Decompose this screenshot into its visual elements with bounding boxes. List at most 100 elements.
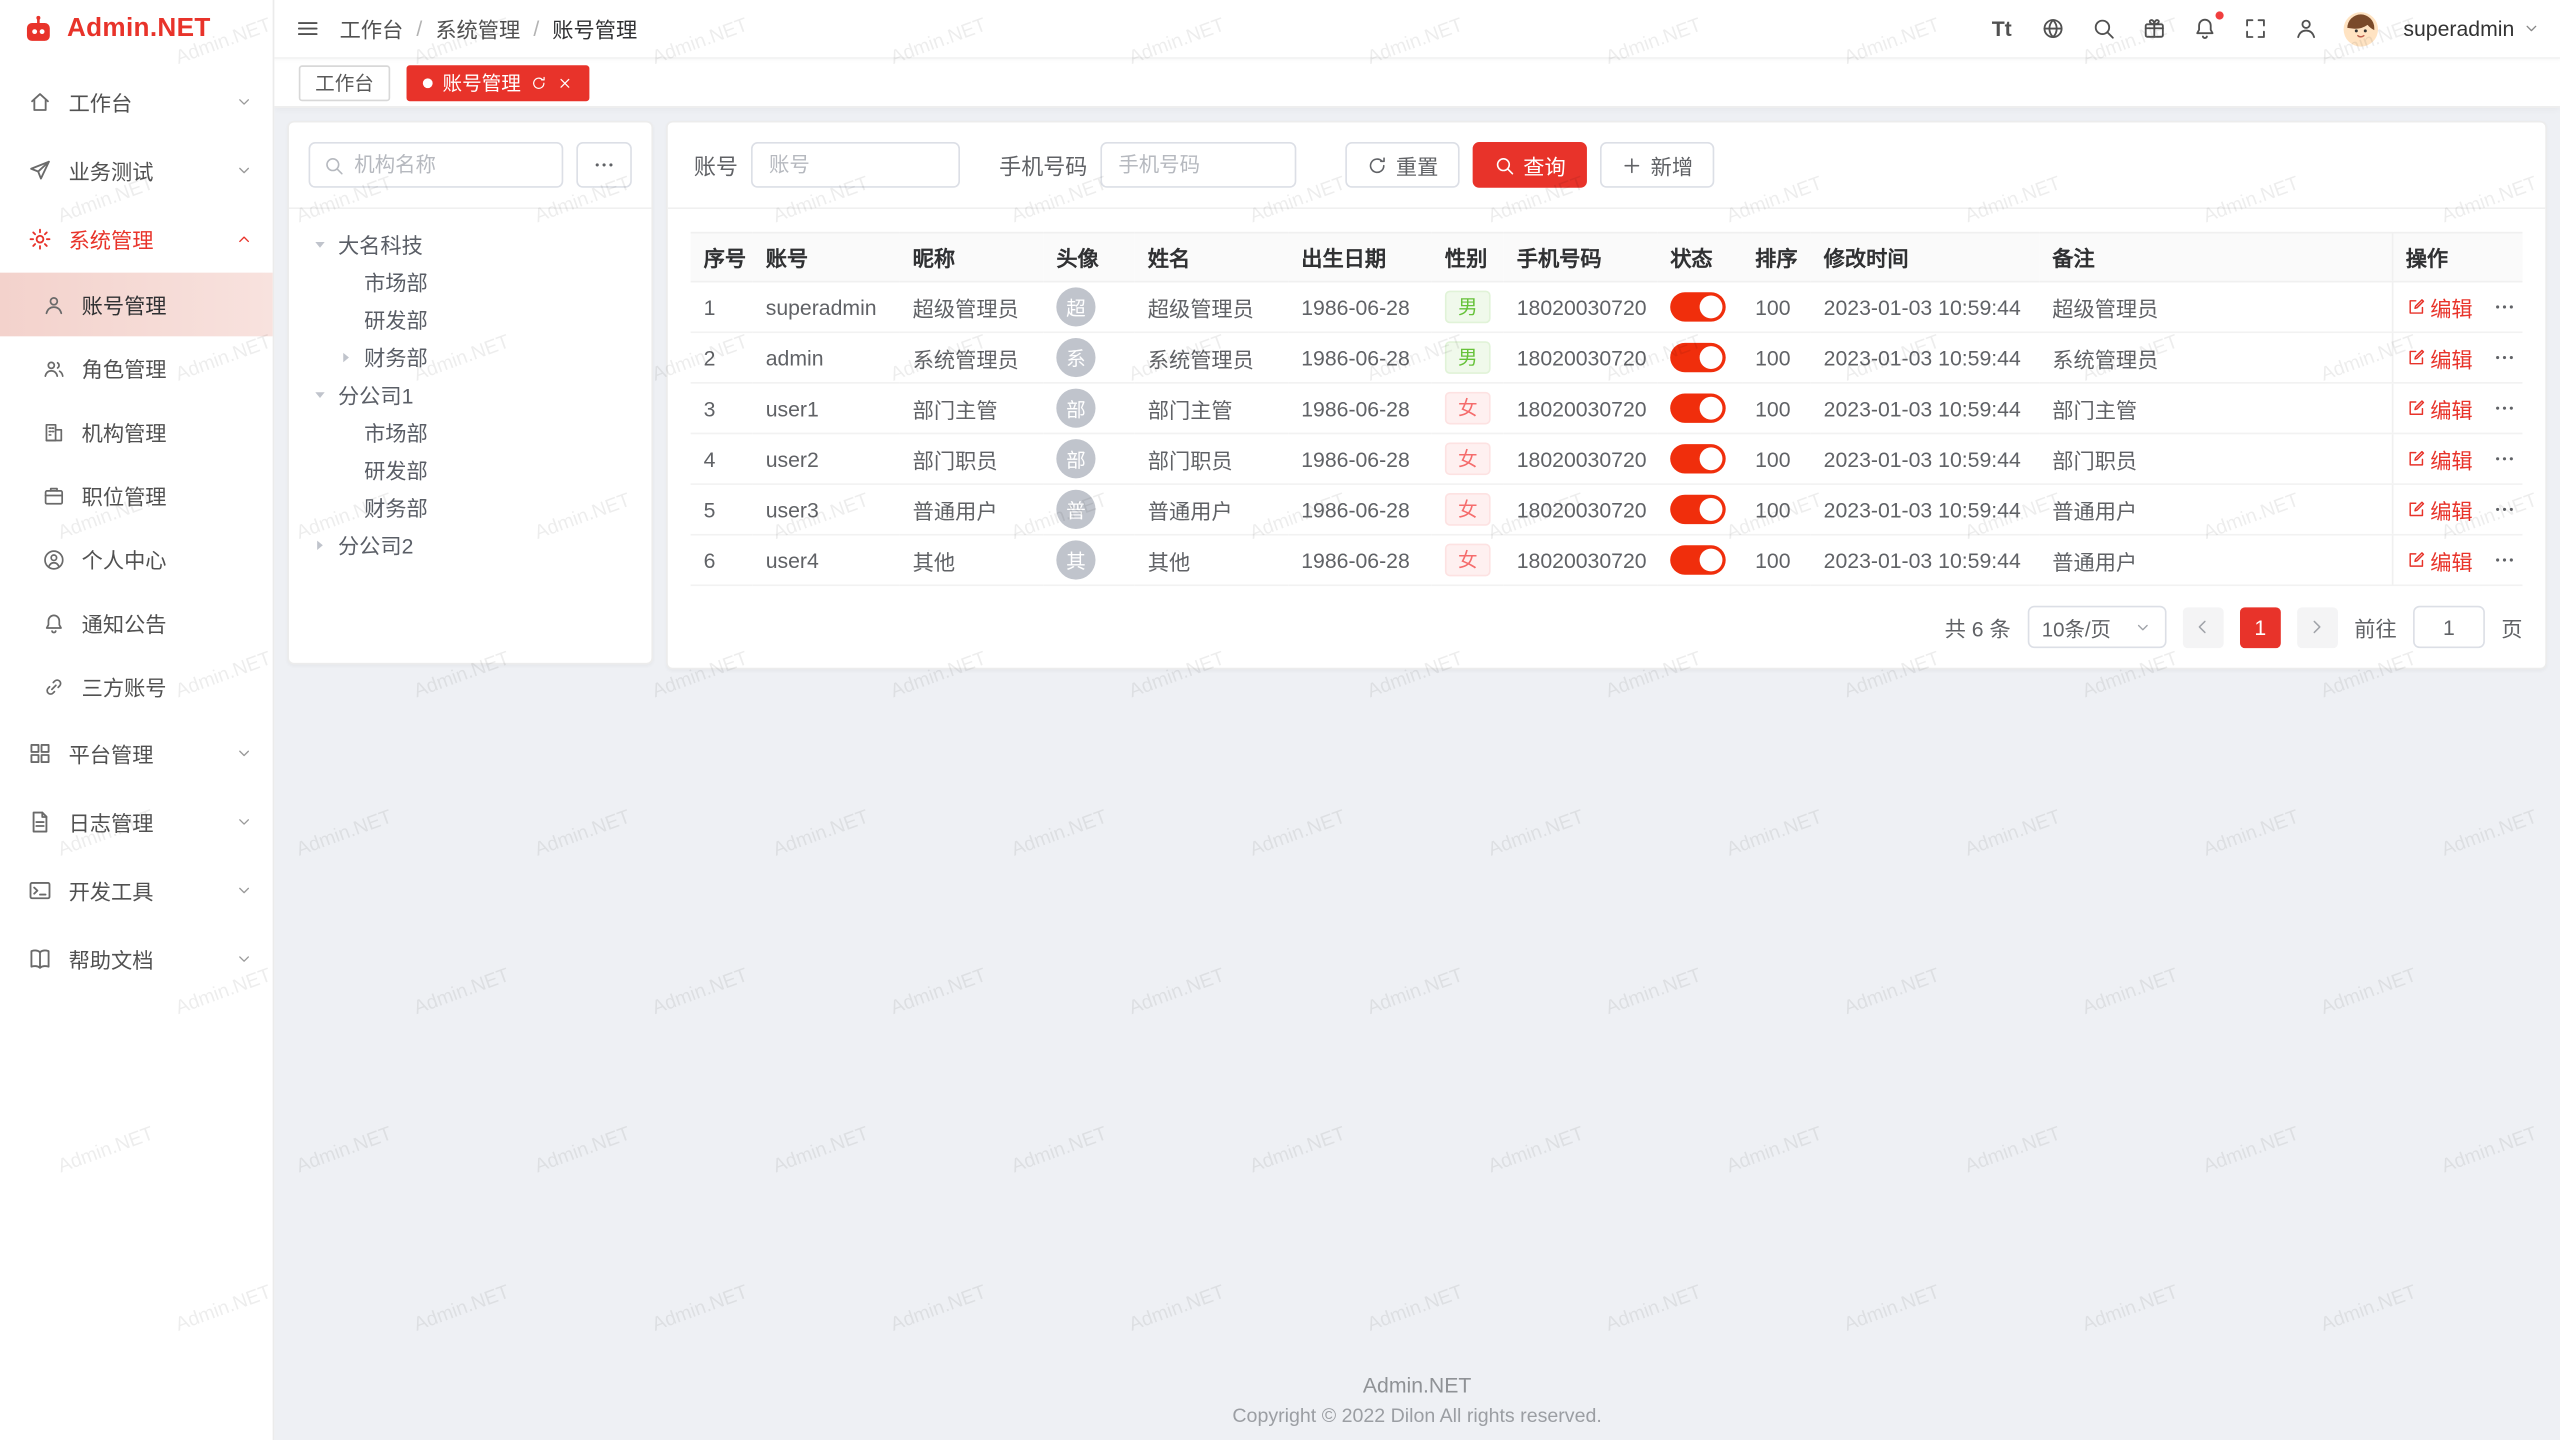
divider [668,207,2546,209]
prev-page-button[interactable] [2183,607,2224,648]
status-toggle[interactable] [1670,495,1726,524]
sidebar-item-system-mgmt[interactable]: 系统管理 [0,204,273,273]
gear-icon [28,226,52,250]
edit-button[interactable]: 编辑 [2406,393,2473,424]
sidebar-item-notice[interactable]: 通知公告 [0,591,273,655]
edit-button[interactable]: 编辑 [2406,443,2473,474]
table-body: 1superadmin超级管理员超超级管理员1986-06-28男1802003… [691,282,2523,586]
tab-workbench[interactable]: 工作台 [299,64,390,100]
page-size-select[interactable]: 10条/页 [2027,606,2166,648]
caret-icon[interactable] [338,349,364,365]
sidebar-item-dev-tools[interactable]: 开发工具 [0,856,273,925]
avatar[interactable] [2343,11,2379,47]
tab-account-mgmt[interactable]: 账号管理 [407,64,590,100]
profile-icon[interactable] [2292,16,2318,40]
header: 工作台/系统管理/账号管理 Tt superadmin [274,0,2560,59]
goto-page-input[interactable] [2413,606,2485,648]
tree-node[interactable]: 研发部 [309,300,632,338]
cell-birth: 1986-06-28 [1288,332,1432,383]
breadcrumb-item[interactable]: 账号管理 [552,13,637,44]
org-more-button[interactable] [576,142,632,188]
sidebar-item-position-mgmt[interactable]: 职位管理 [0,464,273,528]
cell-order: 100 [1742,383,1811,434]
fullscreen-icon[interactable] [2242,16,2268,40]
tree-node[interactable]: 分公司1 [309,376,632,414]
tree-node[interactable]: 财务部 [309,338,632,376]
sidebar-item-workbench[interactable]: 工作台 [0,67,273,136]
edit-button[interactable]: 编辑 [2406,291,2473,322]
sidebar-item-platform-mgmt[interactable]: 平台管理 [0,718,273,787]
more-button[interactable] [2492,296,2515,319]
book-icon [28,946,52,970]
status-toggle[interactable] [1670,393,1726,422]
tree-node[interactable]: 分公司2 [309,526,632,564]
tree-node[interactable]: 市场部 [309,413,632,451]
edit-button[interactable]: 编辑 [2406,494,2473,525]
status-toggle[interactable] [1670,292,1726,321]
footer-copyright: Copyright © 2022 Dilon All rights reserv… [274,1404,2560,1427]
tree-node[interactable]: 大名科技 [309,225,632,263]
hamburger-icon[interactable] [294,16,320,40]
theme-icon[interactable] [2141,16,2167,40]
search-icon[interactable] [2090,16,2116,40]
status-toggle[interactable] [1670,444,1726,473]
sidebar-item-role-mgmt[interactable]: 角色管理 [0,336,273,400]
sidebar-item-business-test[interactable]: 业务测试 [0,136,273,205]
phone-input[interactable] [1100,142,1296,188]
column-header: 性别 [1432,233,1504,282]
next-page-button[interactable] [2297,607,2338,648]
page-1-button[interactable]: 1 [2240,607,2281,648]
user-menu[interactable]: superadmin [2403,16,2540,40]
cell-gender: 男 [1432,332,1504,383]
tree-node[interactable]: 市场部 [309,263,632,301]
close-icon[interactable] [557,74,573,90]
send-icon [28,158,52,182]
more-button[interactable] [2492,498,2515,521]
caret-icon[interactable] [312,386,338,402]
sidebar-item-org-mgmt[interactable]: 机构管理 [0,400,273,464]
more-button[interactable] [2492,447,2515,470]
refresh-icon[interactable] [531,74,547,90]
sidebar-item-log-mgmt[interactable]: 日志管理 [0,787,273,856]
org-search-input[interactable] [354,153,548,176]
add-button[interactable]: 新增 [1600,142,1714,188]
sidebar-item-personal-center[interactable]: 个人中心 [0,527,273,591]
more-button[interactable] [2492,549,2515,572]
more-button[interactable] [2492,346,2515,369]
gender-badge: 男 [1445,341,1491,374]
status-toggle[interactable] [1670,545,1726,574]
cell-ops: 编辑 [2392,332,2523,383]
account-input[interactable] [751,142,960,188]
column-header: 序号 [691,233,753,282]
logo[interactable]: Admin.NET [0,0,273,59]
more-button[interactable] [2492,397,2515,420]
org-tree: 大名科技市场部研发部财务部分公司1市场部研发部财务部分公司2 [309,225,632,563]
table-head: 序号账号昵称头像姓名出生日期性别手机号码状态排序修改时间备注操作 [691,233,2523,282]
sidebar-item-account-mgmt[interactable]: 账号管理 [0,273,273,337]
status-toggle[interactable] [1670,343,1726,372]
caret-icon[interactable] [312,536,338,552]
cell-name: 部门主管 [1135,383,1288,434]
reset-button[interactable]: 重置 [1345,142,1459,188]
search-button[interactable]: 查询 [1473,142,1587,188]
font-size-icon[interactable]: Tt [1989,16,2015,40]
tree-node[interactable]: 财务部 [309,488,632,526]
sidebar-item-third-account[interactable]: 三方账号 [0,655,273,719]
breadcrumb-item[interactable]: 系统管理 [435,13,520,44]
edit-button[interactable]: 编辑 [2406,544,2473,575]
caret-icon[interactable] [312,236,338,252]
cell-remark: 系统管理员 [2039,332,2392,383]
user-icon [42,293,65,316]
cell-status [1657,332,1742,383]
column-header: 昵称 [900,233,1044,282]
cell-nickname: 普通用户 [900,484,1044,535]
sidebar-item-help-docs[interactable]: 帮助文档 [0,924,273,993]
column-header: 状态 [1657,233,1742,282]
chevron-down-icon [235,161,253,179]
table-row: 5user3普通用户普普通用户1986-06-28女18020030720100… [691,484,2523,535]
edit-button[interactable]: 编辑 [2406,342,2473,373]
notification-icon[interactable] [2191,16,2217,40]
breadcrumb-item[interactable]: 工作台 [340,13,404,44]
globe-icon[interactable] [2039,16,2065,40]
tree-node[interactable]: 研发部 [309,451,632,489]
